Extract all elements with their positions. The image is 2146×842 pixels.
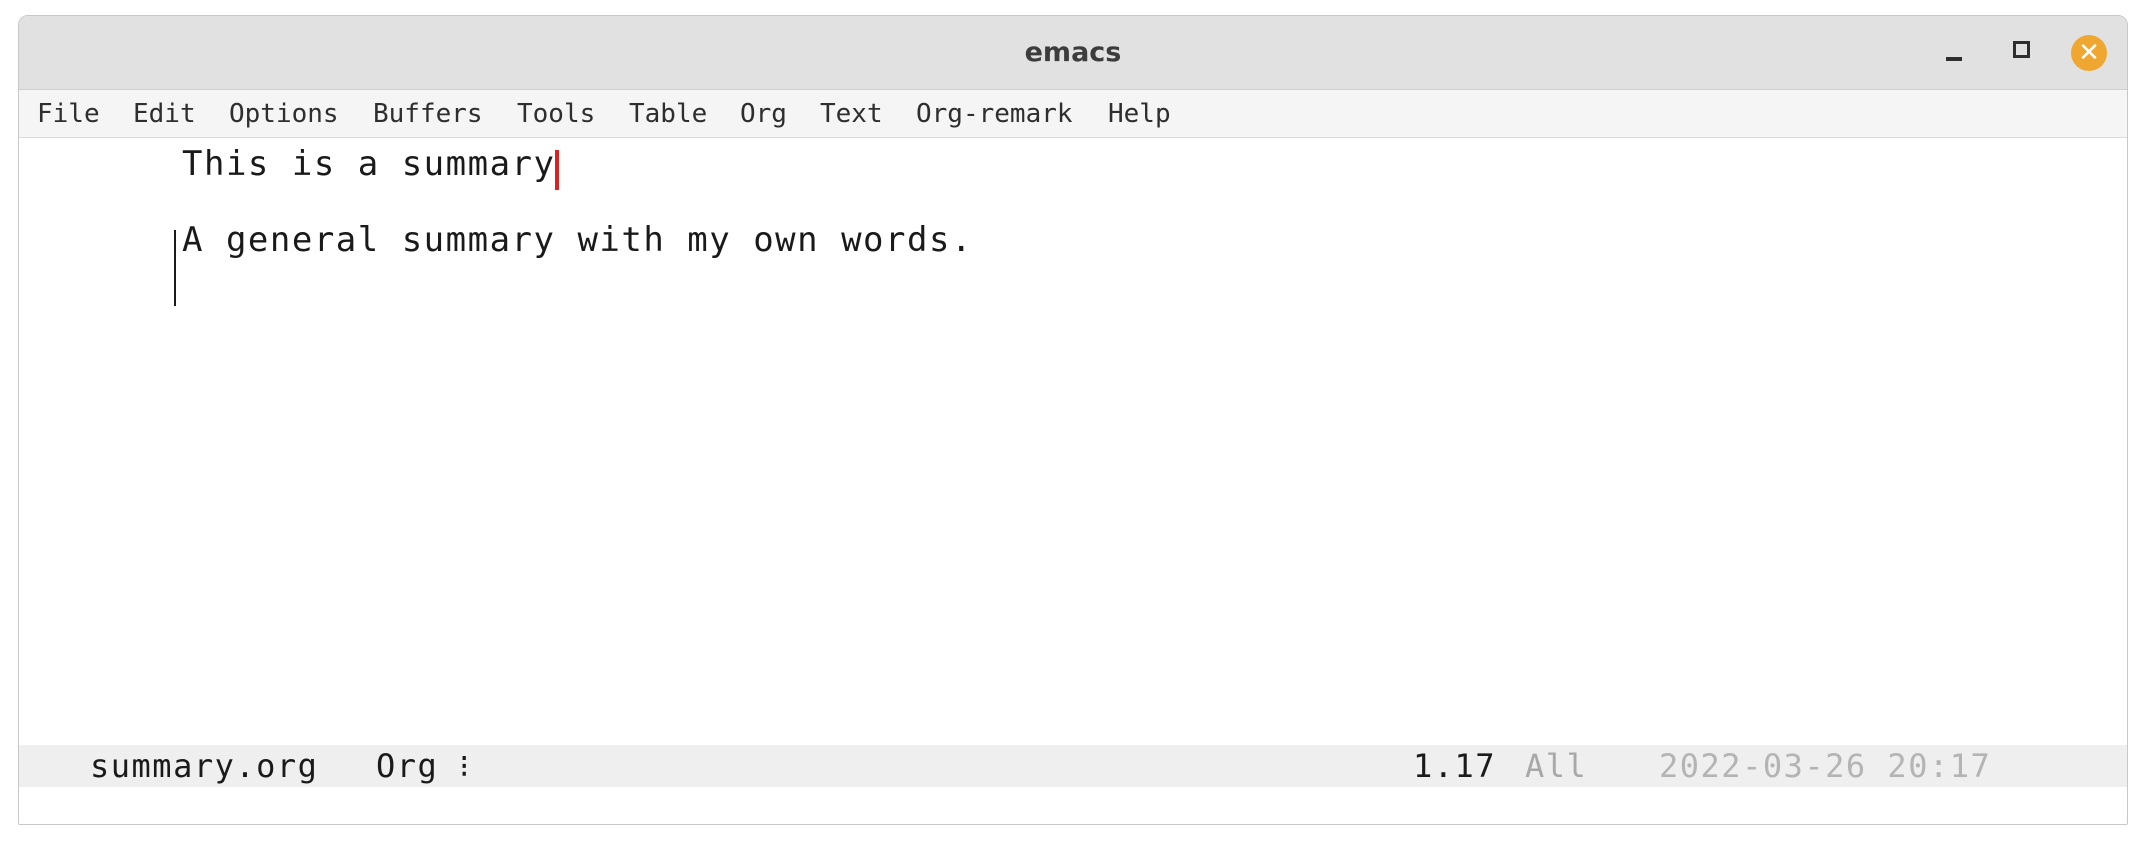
menu-file[interactable]: File [37, 90, 100, 138]
title-bar[interactable]: emacs ✕ [19, 16, 2127, 90]
menu-org[interactable]: Org [740, 90, 787, 138]
buffer-name[interactable]: summary.org [90, 745, 318, 787]
menu-tools[interactable]: Tools [517, 90, 595, 138]
scroll-indicator: All [1525, 747, 1588, 785]
maximize-button[interactable] [2003, 35, 2039, 71]
menu-text[interactable]: Text [820, 90, 883, 138]
minimize-button[interactable] [1936, 35, 1972, 71]
close-icon: ✕ [2071, 35, 2107, 71]
menu-options[interactable]: Options [229, 90, 339, 138]
minimize-icon [1946, 57, 1962, 61]
close-button[interactable]: ✕ [2071, 35, 2107, 71]
mode-line: summary.org Org ⁝ 1.17 All 2022-03-26 20… [19, 745, 2127, 787]
body-line[interactable]: A general summary with my own words. [182, 220, 973, 260]
fringe-indicator [174, 230, 176, 306]
emacs-window: emacs ✕ File Edit Options Buffers Tools … [18, 15, 2128, 825]
heading-line[interactable]: This is a summary [182, 144, 556, 184]
editor-area[interactable]: This is a summary A general summary with… [19, 138, 2127, 758]
datetime: 2022-03-26 20:17 [1659, 747, 1992, 785]
menu-org-remark[interactable]: Org-remark [916, 90, 1073, 138]
text-cursor [555, 150, 559, 190]
menu-edit[interactable]: Edit [133, 90, 196, 138]
window-title: emacs [1024, 37, 1122, 68]
menu-help[interactable]: Help [1108, 90, 1171, 138]
menu-bar: File Edit Options Buffers Tools Table Or… [19, 90, 2127, 138]
menu-buffers[interactable]: Buffers [373, 90, 483, 138]
maximize-icon [2012, 40, 2030, 58]
cursor-position: 1.17 [1413, 747, 1497, 785]
menu-table[interactable]: Table [629, 90, 707, 138]
major-mode[interactable]: Org ⁝ [376, 745, 471, 787]
